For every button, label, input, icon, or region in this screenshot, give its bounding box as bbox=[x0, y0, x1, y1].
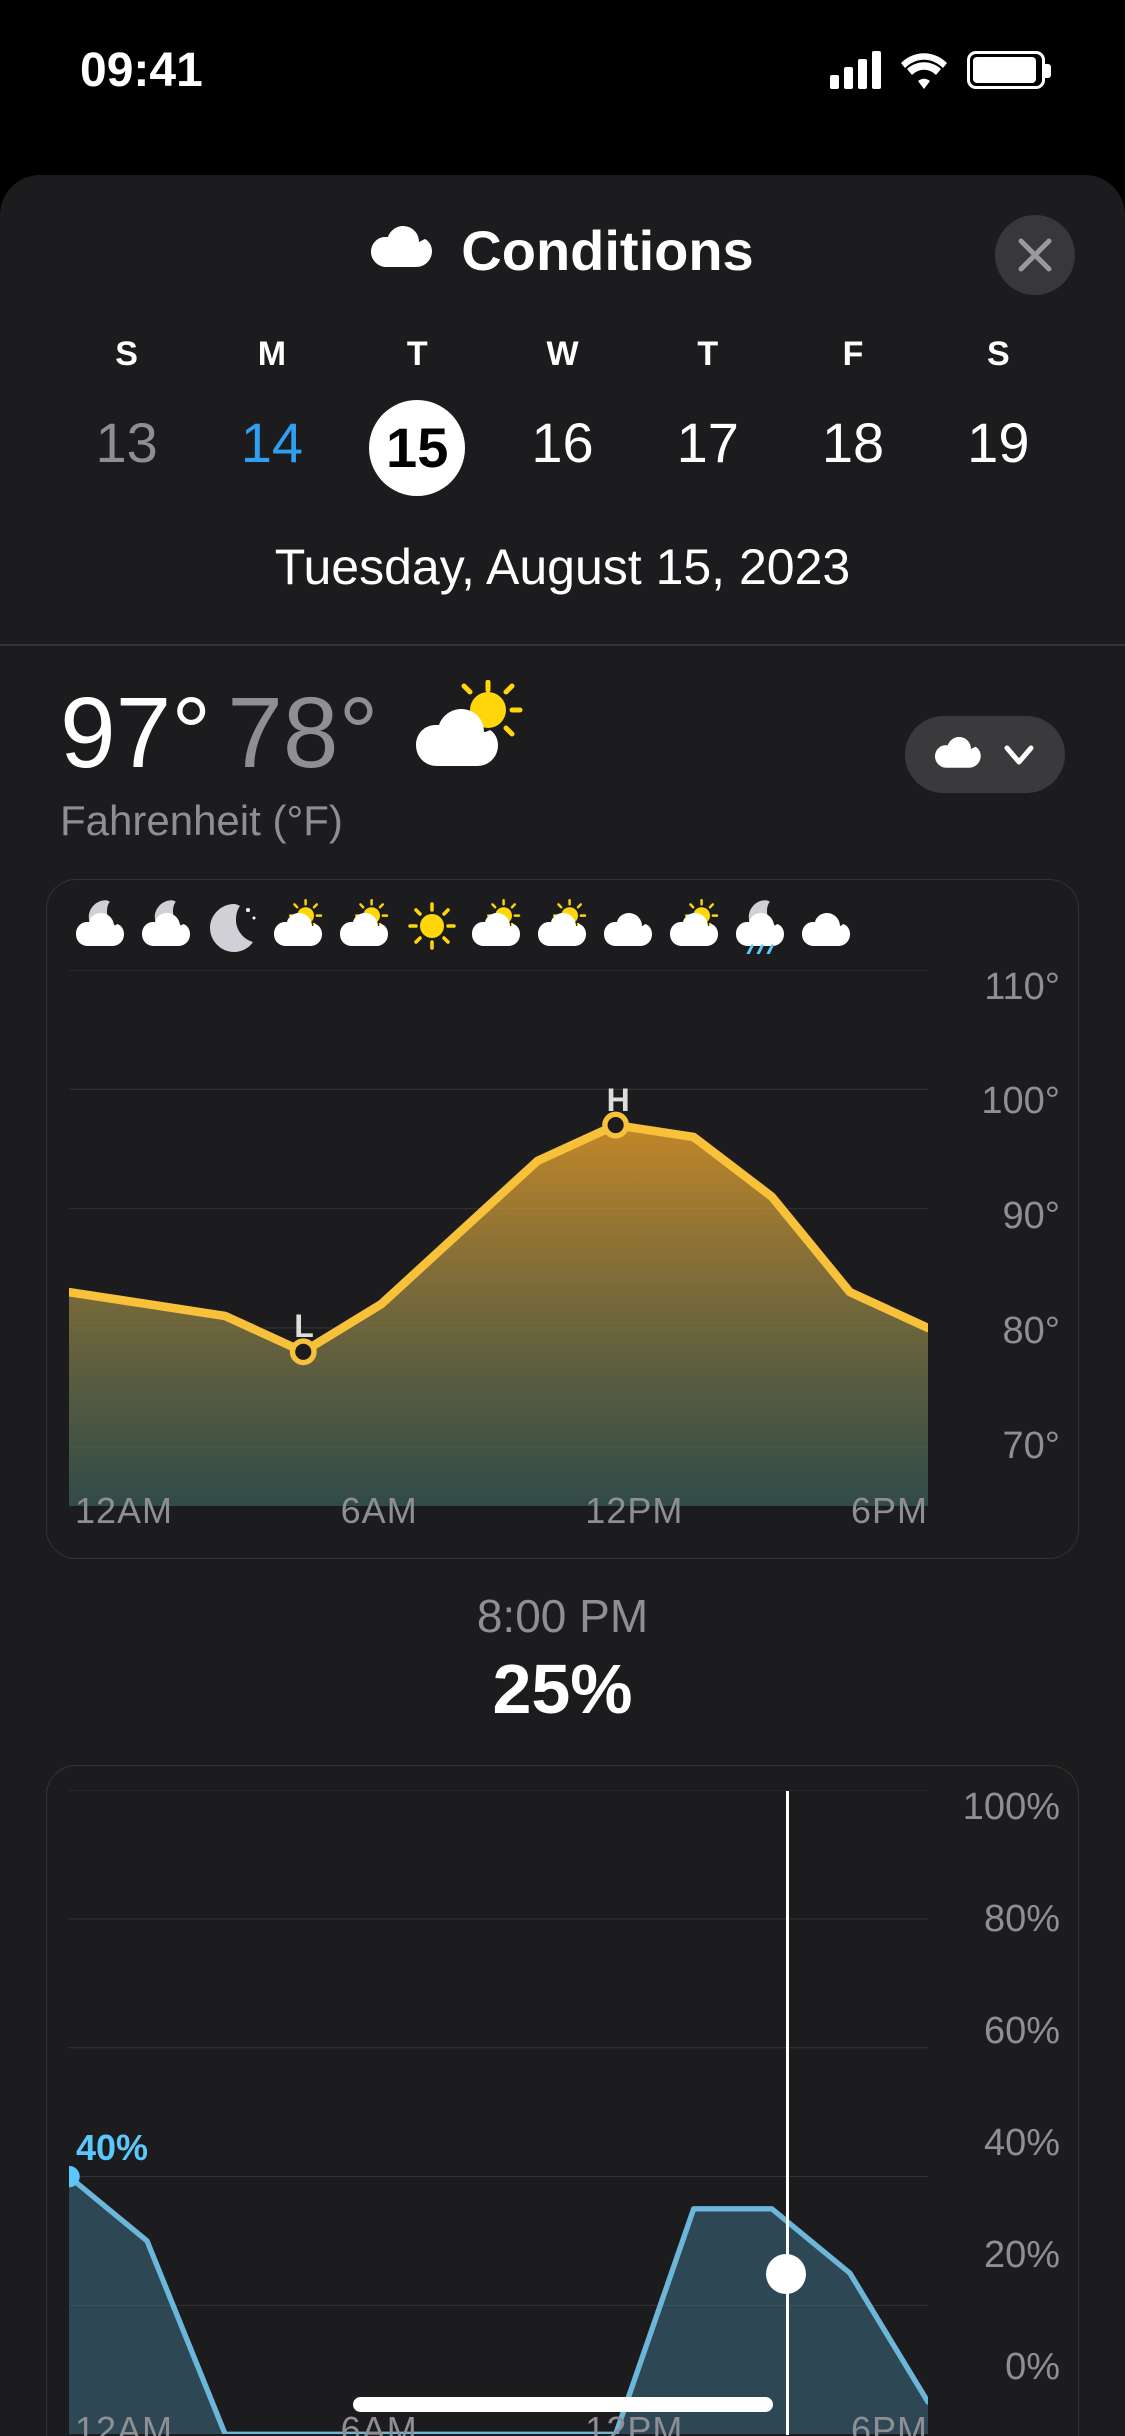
status-time: 09:41 bbox=[80, 43, 203, 98]
day-column[interactable]: M 14 bbox=[199, 335, 344, 496]
day-number: 15 bbox=[369, 400, 465, 496]
partly-cloudy-icon bbox=[394, 692, 524, 775]
sheet-title-text: Conditions bbox=[461, 218, 753, 283]
y-tick: 60% bbox=[963, 2010, 1060, 2053]
home-indicator[interactable] bbox=[353, 2397, 773, 2412]
cloud-icon bbox=[795, 898, 861, 954]
chevron-down-icon bbox=[1001, 736, 1037, 772]
day-number: 13 bbox=[54, 410, 199, 475]
full-date-label: Tuesday, August 15, 2023 bbox=[0, 538, 1125, 596]
conditions-selector-pill[interactable] bbox=[905, 716, 1065, 793]
day-of-week-label: F bbox=[780, 335, 925, 374]
y-tick: 70° bbox=[981, 1425, 1060, 1468]
y-tick: 110° bbox=[981, 966, 1060, 1009]
status-bar: 09:41 bbox=[0, 0, 1125, 140]
sun-icon bbox=[399, 898, 465, 954]
close-button[interactable] bbox=[995, 215, 1075, 295]
temperature-x-axis: 12AM 6AM 12PM 6PM bbox=[75, 1490, 928, 1532]
day-column[interactable]: W 16 bbox=[490, 335, 635, 496]
selected-value: 25% bbox=[0, 1649, 1125, 1729]
x-tick: 12AM bbox=[75, 1490, 173, 1532]
day-of-week-label: W bbox=[490, 335, 635, 374]
conditions-percent-chart-card[interactable]: 100% 80% 60% 40% 20% 0% 12AM 6AM 12PM 6PM 40% bbox=[46, 1765, 1079, 2436]
high-temp: 97° bbox=[60, 676, 211, 791]
temperature-y-axis: 110° 100° 90° 80° 70° bbox=[981, 966, 1060, 1468]
low-temp: 78° bbox=[227, 676, 378, 791]
day-of-week-label: M bbox=[199, 335, 344, 374]
day-column[interactable]: S 19 bbox=[926, 335, 1071, 496]
chart-marker-L: L bbox=[294, 1308, 314, 1345]
chart-cursor-line[interactable] bbox=[786, 1791, 789, 2435]
x-tick: 12PM bbox=[585, 2409, 683, 2436]
y-tick: 100% bbox=[963, 1786, 1060, 1829]
hourly-conditions-icons bbox=[47, 880, 1078, 954]
cellular-signal-icon bbox=[830, 51, 881, 89]
day-column[interactable]: T 15 bbox=[345, 335, 490, 496]
battery-icon bbox=[967, 51, 1045, 89]
day-column[interactable]: S 13 bbox=[54, 335, 199, 496]
cloud-sun-icon bbox=[663, 898, 729, 954]
cloud-icon bbox=[597, 898, 663, 954]
unit-label: Fahrenheit (°F) bbox=[60, 797, 1065, 845]
first-point-label: 40% bbox=[76, 2127, 148, 2169]
y-tick: 80° bbox=[981, 1310, 1060, 1353]
x-tick: 6PM bbox=[851, 2409, 928, 2436]
chart-cursor-dot[interactable] bbox=[766, 2254, 806, 2294]
day-number: 17 bbox=[635, 410, 780, 475]
y-tick: 0% bbox=[963, 2346, 1060, 2389]
cloud-moon-icon bbox=[135, 898, 201, 954]
temperature-chart bbox=[69, 970, 928, 1507]
rain-moon-icon bbox=[729, 898, 795, 954]
conditions-percent-chart bbox=[69, 1790, 928, 2434]
cloud-moon-icon bbox=[69, 898, 135, 954]
cloud-sun-icon bbox=[531, 898, 597, 954]
cloud-icon bbox=[933, 734, 985, 775]
selected-time-readout: 8:00 PM 25% bbox=[0, 1589, 1125, 1729]
x-tick: 6PM bbox=[851, 1490, 928, 1532]
x-tick: 6AM bbox=[341, 1490, 418, 1532]
y-tick: 80% bbox=[963, 1898, 1060, 1941]
temperature-chart-card[interactable]: 110° 100° 90° 80° 70° 12AM 6AM 12PM 6PM L H bbox=[46, 879, 1079, 1559]
sheet-title: Conditions bbox=[371, 218, 753, 283]
sheet-header: Conditions bbox=[0, 175, 1125, 325]
percent-y-axis: 100% 80% 60% 40% 20% 0% bbox=[963, 1786, 1060, 2389]
day-number: 16 bbox=[490, 410, 635, 475]
day-of-week-label: S bbox=[926, 335, 1071, 374]
conditions-sheet: Conditions S13M14T15W16T17F18S19 Tuesday… bbox=[0, 175, 1125, 2436]
day-column[interactable]: T 17 bbox=[635, 335, 780, 496]
chart-marker-H: H bbox=[607, 1082, 630, 1119]
day-column[interactable]: F 18 bbox=[780, 335, 925, 496]
y-tick: 20% bbox=[963, 2234, 1060, 2277]
cloud-icon bbox=[371, 218, 435, 283]
y-tick: 40% bbox=[963, 2122, 1060, 2165]
cloud-sun-icon bbox=[333, 898, 399, 954]
selected-time: 8:00 PM bbox=[0, 1589, 1125, 1643]
moon-stars-icon bbox=[201, 898, 267, 954]
status-right bbox=[830, 51, 1045, 89]
wifi-icon bbox=[899, 51, 949, 89]
day-of-week-label: T bbox=[635, 335, 780, 374]
day-selector-row: S13M14T15W16T17F18S19 bbox=[0, 335, 1125, 496]
x-tick: 12PM bbox=[585, 1490, 683, 1532]
day-number: 19 bbox=[926, 410, 1071, 475]
day-number: 18 bbox=[780, 410, 925, 475]
day-of-week-label: T bbox=[345, 335, 490, 374]
cloud-sun-icon bbox=[267, 898, 333, 954]
percent-x-axis: 12AM 6AM 12PM 6PM bbox=[75, 2409, 928, 2436]
y-tick: 100° bbox=[981, 1080, 1060, 1123]
y-tick: 90° bbox=[981, 1195, 1060, 1238]
x-tick: 6AM bbox=[341, 2409, 418, 2436]
cloud-sun-icon bbox=[465, 898, 531, 954]
x-tick: 12AM bbox=[75, 2409, 173, 2436]
temperature-summary: 97° 78° Fahr bbox=[0, 646, 1125, 845]
day-of-week-label: S bbox=[54, 335, 199, 374]
day-number: 14 bbox=[199, 410, 344, 475]
